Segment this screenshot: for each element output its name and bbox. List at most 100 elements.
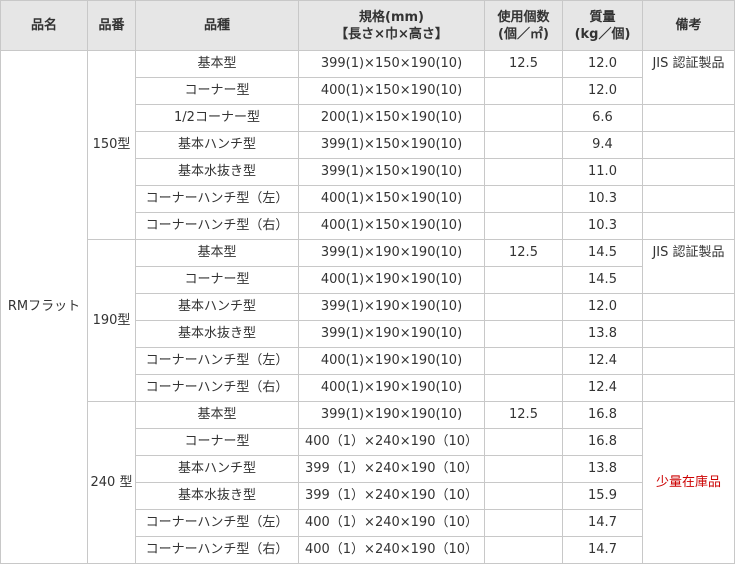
remark-cell: [642, 347, 735, 375]
spec-cell: 399(1)×190×190(10): [298, 239, 485, 267]
table-row: 240 型 基本型 399(1)×190×190(10) 12.5 16.8 少…: [1, 401, 735, 564]
header-usage: 使用個数 (個／㎡): [484, 0, 563, 51]
spec-cell: 400(1)×190×190(10): [298, 347, 485, 375]
usage-cell: [484, 428, 563, 456]
spec-cell: 399(1)×190×190(10): [298, 293, 485, 321]
type-cell: 基本ハンチ型: [135, 455, 299, 483]
weight-cell: 6.6: [562, 104, 643, 132]
type-cell: 基本水抜き型: [135, 320, 299, 348]
usage-cell: 12.5: [484, 239, 563, 267]
type-cell: コーナー型: [135, 428, 299, 456]
weight-cell: 16.8: [562, 401, 643, 429]
usage-cell: [484, 77, 563, 105]
weight-cell: 14.7: [562, 509, 643, 537]
type-cell: コーナーハンチ型（左）: [135, 347, 299, 375]
weight-cell: 14.7: [562, 536, 643, 564]
weight-cell: 13.8: [562, 455, 643, 483]
usage-cell: 12.5: [484, 401, 563, 429]
usage-cell: [484, 347, 563, 375]
usage-cell: [484, 185, 563, 213]
header-usage-line2: (個／㎡): [498, 26, 549, 42]
weight-cell: 10.3: [562, 212, 643, 240]
header-weight: 質量 (kg／個): [562, 0, 643, 51]
spec-cell: 200(1)×150×190(10): [298, 104, 485, 132]
spec-cell: 399（1）×240×190（10）: [298, 482, 485, 510]
remark-cell: [642, 374, 735, 402]
header-name: 品名: [0, 0, 88, 51]
type-cell: 基本ハンチ型: [135, 293, 299, 321]
spec-cell: 399(1)×190×190(10): [298, 320, 485, 348]
header-type: 品種: [135, 0, 299, 51]
spec-cell: 400(1)×150×190(10): [298, 77, 485, 105]
header-spec: 規格(mm) 【長さ×巾×高さ】: [298, 0, 485, 51]
usage-cell: [484, 536, 563, 564]
remark-cell: [642, 293, 735, 321]
weight-cell: 12.4: [562, 347, 643, 375]
remark-cell: JIS 認証製品: [642, 50, 735, 105]
type-cell: コーナーハンチ型（左）: [135, 185, 299, 213]
spec-cell: 399（1）×240×190（10）: [298, 455, 485, 483]
type-cell: 基本型: [135, 50, 299, 78]
usage-cell: [484, 455, 563, 483]
remark-cell: [642, 212, 735, 240]
spec-cell: 399(1)×150×190(10): [298, 158, 485, 186]
remark-cell: [642, 104, 735, 132]
usage-cell: [484, 482, 563, 510]
spec-cell: 400（1）×240×190（10）: [298, 428, 485, 456]
weight-cell: 9.4: [562, 131, 643, 159]
type-cell: コーナー型: [135, 266, 299, 294]
weight-cell: 10.3: [562, 185, 643, 213]
type-cell: 基本型: [135, 401, 299, 429]
header-spec-line2: 【長さ×巾×高さ】: [335, 26, 448, 42]
type-cell: コーナーハンチ型（右）: [135, 536, 299, 564]
header-remarks: 備考: [642, 0, 735, 51]
usage-cell: [484, 320, 563, 348]
header-spec-line1: 規格(mm): [359, 9, 424, 25]
usage-cell: [484, 266, 563, 294]
header-usage-line1: 使用個数: [497, 9, 550, 25]
spec-table: 品名 品番 品種 規格(mm) 【長さ×巾×高さ】 使用個数 (個／㎡) 質量 (kg…: [0, 0, 735, 564]
table-row: 190型 基本型 399(1)×190×190(10) 12.5 14.5 JI…: [1, 239, 735, 402]
usage-cell: [484, 158, 563, 186]
spec-cell: 400（1）×240×190（10）: [298, 536, 485, 564]
table-row: RMフラット 150型 基本型 399(1)×150×190(10) 12.5 …: [0, 50, 735, 564]
header-weight-line1: 質量: [589, 9, 616, 25]
weight-cell: 12.4: [562, 374, 643, 402]
product-name-cell: RMフラット: [0, 50, 88, 564]
type-cell: コーナーハンチ型（右）: [135, 374, 299, 402]
weight-cell: 12.0: [562, 50, 643, 78]
weight-cell: 14.5: [562, 266, 643, 294]
weight-cell: 11.0: [562, 158, 643, 186]
remark-cell: [642, 131, 735, 159]
spec-cell: 400(1)×150×190(10): [298, 185, 485, 213]
weight-cell: 12.0: [562, 77, 643, 105]
usage-cell: [484, 212, 563, 240]
usage-cell: [484, 374, 563, 402]
product-number-cell: 240 型: [87, 401, 136, 564]
remark-cell: [642, 320, 735, 348]
remark-cell: [642, 158, 735, 186]
header-row: 品名 品番 品種 規格(mm) 【長さ×巾×高さ】 使用個数 (個／㎡) 質量 (kg…: [0, 0, 735, 51]
type-cell: 基本型: [135, 239, 299, 267]
product-number-cell: 190型: [87, 239, 136, 402]
weight-cell: 12.0: [562, 293, 643, 321]
header-weight-line2: (kg／個): [574, 26, 631, 42]
header-number: 品番: [87, 0, 136, 51]
weight-cell: 16.8: [562, 428, 643, 456]
usage-cell: [484, 104, 563, 132]
spec-cell: 400(1)×190×190(10): [298, 266, 485, 294]
spec-cell: 400（1）×240×190（10）: [298, 509, 485, 537]
remark-cell: 少量在庫品: [642, 401, 735, 564]
usage-cell: [484, 131, 563, 159]
remark-cell: [642, 185, 735, 213]
usage-cell: [484, 509, 563, 537]
usage-cell: [484, 293, 563, 321]
type-cell: コーナーハンチ型（右）: [135, 212, 299, 240]
product-number-cell: 150型: [87, 50, 136, 240]
spec-cell: 400(1)×190×190(10): [298, 374, 485, 402]
weight-cell: 15.9: [562, 482, 643, 510]
type-cell: 1/2コーナー型: [135, 104, 299, 132]
spec-cell: 399(1)×150×190(10): [298, 131, 485, 159]
spec-cell: 400(1)×150×190(10): [298, 212, 485, 240]
weight-cell: 13.8: [562, 320, 643, 348]
